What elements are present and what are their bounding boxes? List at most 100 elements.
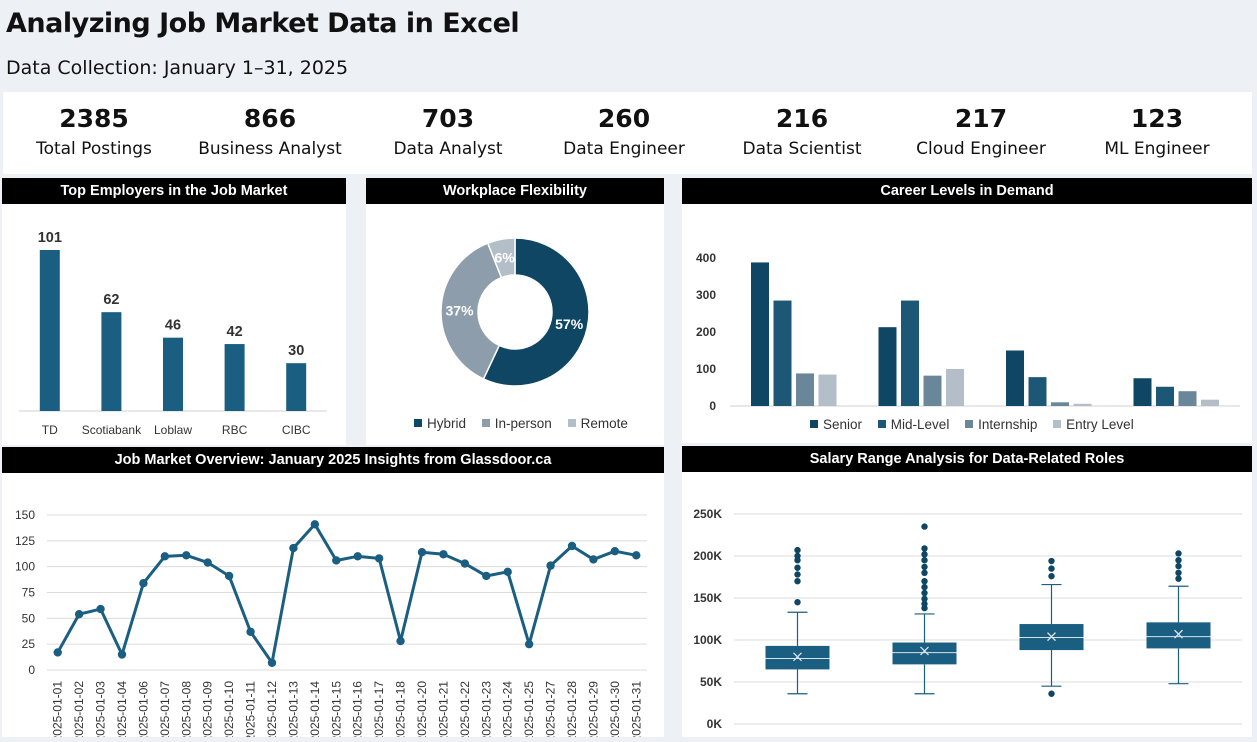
- y-tick-label: 125: [15, 534, 35, 548]
- kpi-value: 123: [1130, 104, 1184, 133]
- legend-item: Mid-Level: [877, 417, 949, 432]
- data-point: [96, 604, 105, 614]
- kpi-band: 2385 Total Postings 866 Business Analyst…: [3, 92, 1252, 174]
- x-tick-label: 2025-01-14: [308, 681, 322, 737]
- data-label: 62: [103, 292, 119, 308]
- x-tick-label: 2025-01-16: [351, 681, 365, 737]
- bar: [1006, 350, 1024, 406]
- data-point: [53, 648, 62, 657]
- y-tick-label: 100: [696, 362, 716, 376]
- y-tick-label: 50: [22, 611, 36, 625]
- outlier-point: [1175, 575, 1182, 582]
- y-tick-label: 200K: [693, 549, 722, 563]
- panel-title: Job Market Overview: January 2025 Insigh…: [2, 447, 664, 473]
- salary-range-panel: Salary Range Analysis for Data-Related R…: [682, 446, 1252, 737]
- panel-title: Salary Range Analysis for Data-Related R…: [682, 446, 1252, 472]
- y-tick-label: 200: [696, 325, 716, 339]
- data-point: [160, 552, 170, 561]
- panel-title: Career Levels in Demand: [682, 178, 1252, 204]
- outlier-point: [1048, 565, 1055, 572]
- data-label: 46: [165, 318, 181, 334]
- y-tick-label: 25: [22, 637, 36, 651]
- x-tick-label: 2025-01-23: [479, 681, 493, 737]
- y-tick-label: 100: [15, 560, 35, 574]
- x-tick-label: 2025-01-20: [415, 681, 429, 737]
- bar: [1156, 386, 1174, 406]
- x-tick-label: 2025-01-25: [522, 681, 536, 737]
- x-tick-label: 2025-01-29: [586, 681, 600, 737]
- data-point: [246, 627, 255, 636]
- x-tick-label: 2025-01-03: [94, 681, 108, 737]
- x-tick-label: 2025-01-10: [222, 681, 236, 737]
- workplace-flexibility-chart: 57% 37% 6%: [440, 237, 590, 387]
- x-tick-label: 2025-01-28: [565, 681, 579, 737]
- x-tick-label: 2025-01-08: [179, 681, 193, 737]
- series-line: [56, 522, 637, 665]
- outlier-point: [921, 569, 928, 576]
- outlier-point: [794, 564, 801, 571]
- data-point: [610, 546, 620, 556]
- dashboard-subtitle: Data Collection: January 1–31, 2025: [6, 57, 349, 79]
- x-tick-label: 2025-01-04: [115, 681, 129, 737]
- data-point: [503, 567, 512, 577]
- legend-item: Entry Level: [1053, 417, 1134, 432]
- kpi-business-analyst: 866 Business Analyst: [181, 92, 359, 159]
- outlier-point: [794, 552, 801, 560]
- data-point: [267, 658, 277, 667]
- kpi-ml-engineer: 123 ML Engineer: [1068, 92, 1246, 159]
- x-tick-label: 2025-01-01: [51, 681, 65, 737]
- y-tick-label: 75: [22, 586, 36, 600]
- data-point: [546, 561, 555, 570]
- career-levels-chart: 0100200300400Business AnalystData Analys…: [696, 251, 1240, 412]
- data-point: [460, 559, 470, 568]
- x-tick-label: 2025-01-06: [136, 681, 150, 737]
- y-tick-label: 100K: [693, 633, 722, 647]
- x-tick-label: 2025-01-18: [394, 681, 408, 737]
- slice-label: 6%: [494, 249, 515, 265]
- kpi-value: 866: [243, 104, 297, 133]
- y-tick-label: 0: [709, 399, 716, 412]
- box: [892, 642, 957, 665]
- data-label: 101: [38, 230, 62, 246]
- workplace-flexibility-panel: Workplace Flexibility 57% 37% 6% Hybrid In…: [366, 178, 664, 445]
- outlier-point: [921, 551, 928, 558]
- x-tick-label: 2025-01-30: [608, 681, 622, 737]
- kpi-label: Business Analyst: [198, 139, 342, 159]
- data-point: [524, 639, 534, 649]
- x-tick-label: 2025-01-22: [458, 681, 472, 737]
- kpi-data-engineer: 260 Data Engineer: [535, 92, 713, 159]
- x-tick-label: CIBC: [282, 423, 311, 437]
- bar: [773, 300, 792, 406]
- outlier-point: [794, 599, 801, 606]
- data-point: [139, 579, 148, 588]
- kpi-label: Data Engineer: [563, 139, 685, 159]
- x-tick-label: 2025-01-12: [265, 681, 279, 737]
- outlier-point: [1175, 562, 1182, 570]
- legend-item: Internship: [965, 417, 1037, 432]
- outlier-point: [921, 557, 928, 564]
- outlier-point: [794, 571, 801, 578]
- kpi-label: Data Analyst: [393, 139, 503, 159]
- kpi-label: Total Postings: [36, 139, 152, 159]
- x-tick-label: 2025-01-13: [286, 681, 300, 737]
- data-point: [482, 571, 491, 581]
- slice-label: 37%: [446, 302, 475, 318]
- x-tick-label: 2025-01-11: [244, 681, 258, 737]
- data-point: [182, 551, 191, 560]
- x-tick-label: Data Scientist: [1010, 736, 1094, 737]
- bar: [818, 374, 837, 406]
- outlier-point: [921, 589, 928, 597]
- outlier-point: [921, 523, 928, 530]
- outlier-point: [1175, 557, 1182, 564]
- dashboard-title: Analyzing Job Market Data in Excel: [6, 8, 520, 39]
- x-tick-label: 2025-01-24: [501, 681, 515, 737]
- kpi-total-postings: 2385 Total Postings: [5, 92, 183, 159]
- legend-item: Remote: [567, 416, 628, 431]
- bar: [39, 250, 60, 411]
- kpi-value: 217: [954, 104, 1008, 133]
- data-point: [396, 636, 405, 646]
- x-tick-label: 2025-01-31: [629, 681, 643, 737]
- data-point: [74, 610, 84, 619]
- x-tick-label: 2025-01-02: [72, 681, 86, 737]
- bar: [878, 327, 897, 406]
